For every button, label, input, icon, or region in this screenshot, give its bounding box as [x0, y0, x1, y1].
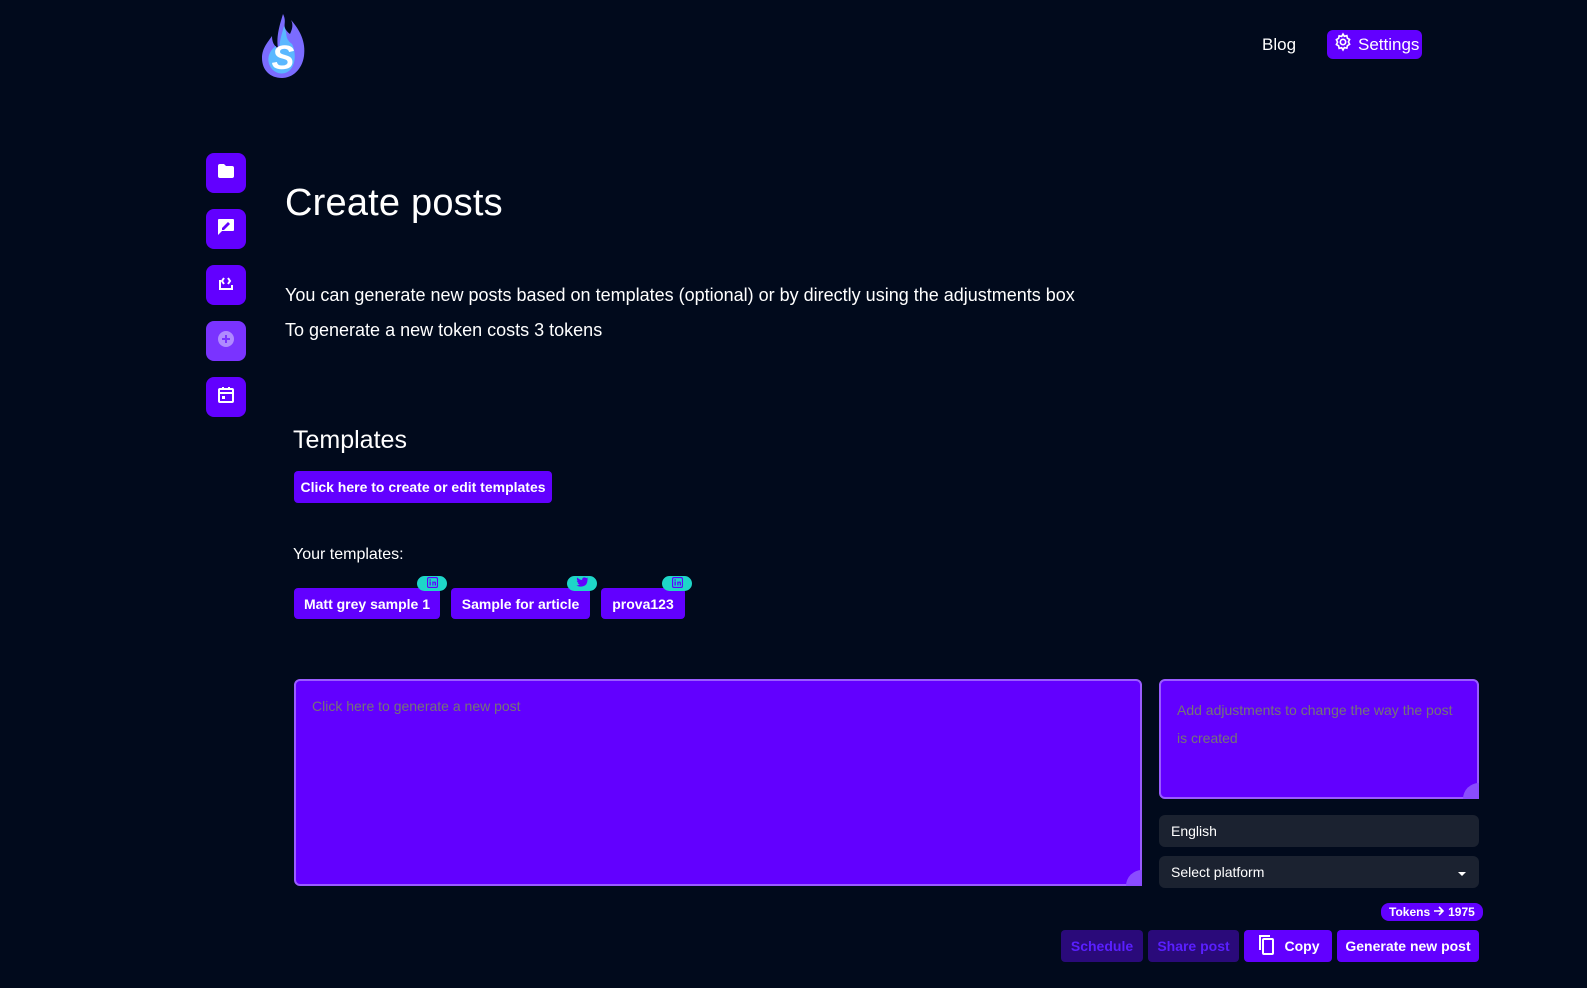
twitter-badge — [567, 576, 597, 591]
sidebar-item-create[interactable] — [206, 321, 246, 361]
linkedin-icon — [426, 575, 438, 593]
settings-label: Settings — [1358, 34, 1420, 54]
language-select[interactable]: English — [1159, 815, 1479, 847]
linkedin-badge — [662, 576, 692, 591]
platform-select[interactable]: Select platform — [1159, 856, 1479, 888]
your-templates-label: Your templates: — [293, 546, 404, 563]
folder-icon — [217, 163, 235, 184]
linkedin-badge — [417, 576, 447, 591]
tokens-label: Tokens — [1389, 905, 1431, 919]
sidebar-item-posts[interactable] — [206, 209, 246, 249]
svg-text:S: S — [272, 39, 295, 77]
gear-icon — [1333, 32, 1353, 57]
sidebar-item-folder[interactable] — [206, 153, 246, 193]
copy-label: Copy — [1284, 938, 1320, 954]
share-post-button[interactable]: Share post — [1148, 930, 1239, 962]
tokens-badge: Tokens 1975 — [1381, 903, 1483, 921]
template-chip[interactable]: prova123 — [601, 588, 685, 619]
template-chip[interactable]: Matt grey sample 1 — [294, 588, 440, 619]
tokens-count: 1975 — [1448, 905, 1475, 919]
sidebar-item-calendar[interactable] — [206, 377, 246, 417]
plus-circle-icon — [217, 330, 235, 353]
arrow-right-icon — [1433, 905, 1445, 919]
platform-placeholder: Select platform — [1171, 864, 1265, 880]
template-chip[interactable]: Sample for article — [451, 588, 590, 619]
chat-edit-icon — [217, 218, 235, 241]
copy-button[interactable]: Copy — [1244, 930, 1332, 962]
calendar-icon — [217, 386, 235, 409]
post-output-textarea[interactable] — [294, 679, 1142, 886]
language-value: English — [1171, 823, 1217, 839]
twitter-icon — [575, 575, 589, 593]
copy-icon — [1257, 934, 1275, 959]
schedule-button[interactable]: Schedule — [1061, 930, 1143, 962]
settings-button[interactable]: Settings — [1327, 30, 1422, 59]
page-title: Create posts — [285, 182, 503, 224]
edit-templates-button[interactable]: Click here to create or edit templates — [294, 471, 552, 503]
blog-link[interactable]: Blog — [1262, 34, 1296, 56]
sidebar-item-templates[interactable] — [206, 265, 246, 305]
code-box-icon — [217, 274, 235, 297]
templates-heading: Templates — [293, 426, 407, 454]
chevron-down-icon — [1457, 864, 1467, 880]
description-text: You can generate new posts based on temp… — [285, 285, 1075, 305]
app-logo[interactable]: S — [258, 12, 308, 80]
token-cost-text: To generate a new token costs 3 tokens — [285, 320, 603, 340]
adjustments-textarea[interactable] — [1159, 679, 1479, 799]
generate-post-button[interactable]: Generate new post — [1337, 930, 1479, 962]
linkedin-icon — [671, 575, 683, 593]
